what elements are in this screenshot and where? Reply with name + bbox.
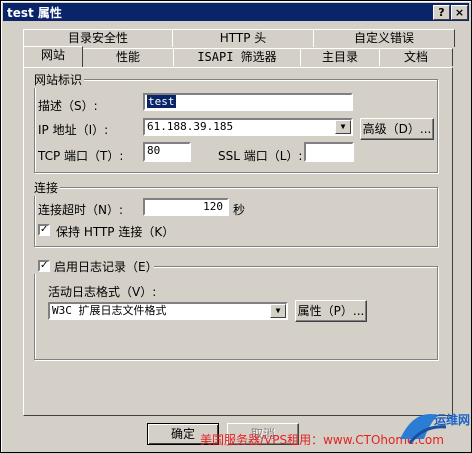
tab-documents[interactable]: 文档 <box>379 48 453 66</box>
title-bar: test 属性 ? × <box>3 3 469 21</box>
enable-logging-label: 启用日志记录（E） <box>54 260 158 274</box>
ssl-port-label: SSL 端口（L）: <box>218 149 303 163</box>
site-logo: 运维网 <box>394 405 470 451</box>
keepalive-checkbox[interactable]: ✓ <box>38 224 50 236</box>
close-button[interactable]: × <box>451 5 468 20</box>
log-format-label: 活动日志格式（V）: <box>48 285 157 299</box>
logging-header: ✓ 启用日志记录（E） <box>34 258 158 274</box>
enable-logging-checkbox[interactable]: ✓ <box>38 260 50 272</box>
ssl-port-input[interactable] <box>304 142 354 162</box>
keepalive-label: 保持 HTTP 连接（K） <box>56 225 175 239</box>
tab-directory-security[interactable]: 目录安全性 <box>23 29 173 47</box>
chevron-down-icon[interactable]: ▼ <box>335 120 351 134</box>
window-title: test 属性 <box>7 6 62 20</box>
chevron-down-icon[interactable]: ▼ <box>270 304 286 318</box>
timeout-unit-label: 秒 <box>233 203 246 217</box>
properties-window: test 属性 ? × 目录安全性 HTTP 头 自定义错误 网站 性能 ISA… <box>0 0 472 453</box>
help-button[interactable]: ? <box>433 5 450 20</box>
description-label: 描述（S）: <box>38 99 98 113</box>
log-format-select[interactable]: W3C 扩展日志文件格式 ▼ <box>48 302 288 320</box>
tcp-port-label: TCP 端口（T）: <box>38 149 124 163</box>
connection-timeout-label: 连接超时（N）: <box>38 203 124 217</box>
ip-address-label: IP 地址（I）: <box>38 123 109 137</box>
tab-custom-errors[interactable]: 自定义错误 <box>313 29 455 47</box>
tab-http-headers[interactable]: HTTP 头 <box>172 29 314 47</box>
tab-isapi-filters[interactable]: ISAPI 筛选器 <box>173 48 301 66</box>
log-properties-button[interactable]: 属性（P）... <box>295 300 367 322</box>
ip-address-select[interactable]: 61.188.39.185 ▼ <box>143 118 353 136</box>
site-identification-title: 网站标识 <box>32 71 85 88</box>
logo-text: 运维网 <box>434 413 471 427</box>
tab-website[interactable]: 网站 <box>23 46 83 67</box>
connection-title: 连接 <box>32 179 61 196</box>
advanced-button[interactable]: 高级（D）... <box>360 118 434 140</box>
check-icon: ✓ <box>40 260 49 271</box>
tab-performance[interactable]: 性能 <box>82 48 174 66</box>
description-input[interactable]: test <box>143 93 353 111</box>
connection-timeout-input[interactable]: 120 <box>143 198 229 216</box>
tcp-port-input[interactable]: 80 <box>143 142 191 162</box>
tab-home-directory[interactable]: 主目录 <box>300 48 380 66</box>
check-icon: ✓ <box>40 224 49 235</box>
